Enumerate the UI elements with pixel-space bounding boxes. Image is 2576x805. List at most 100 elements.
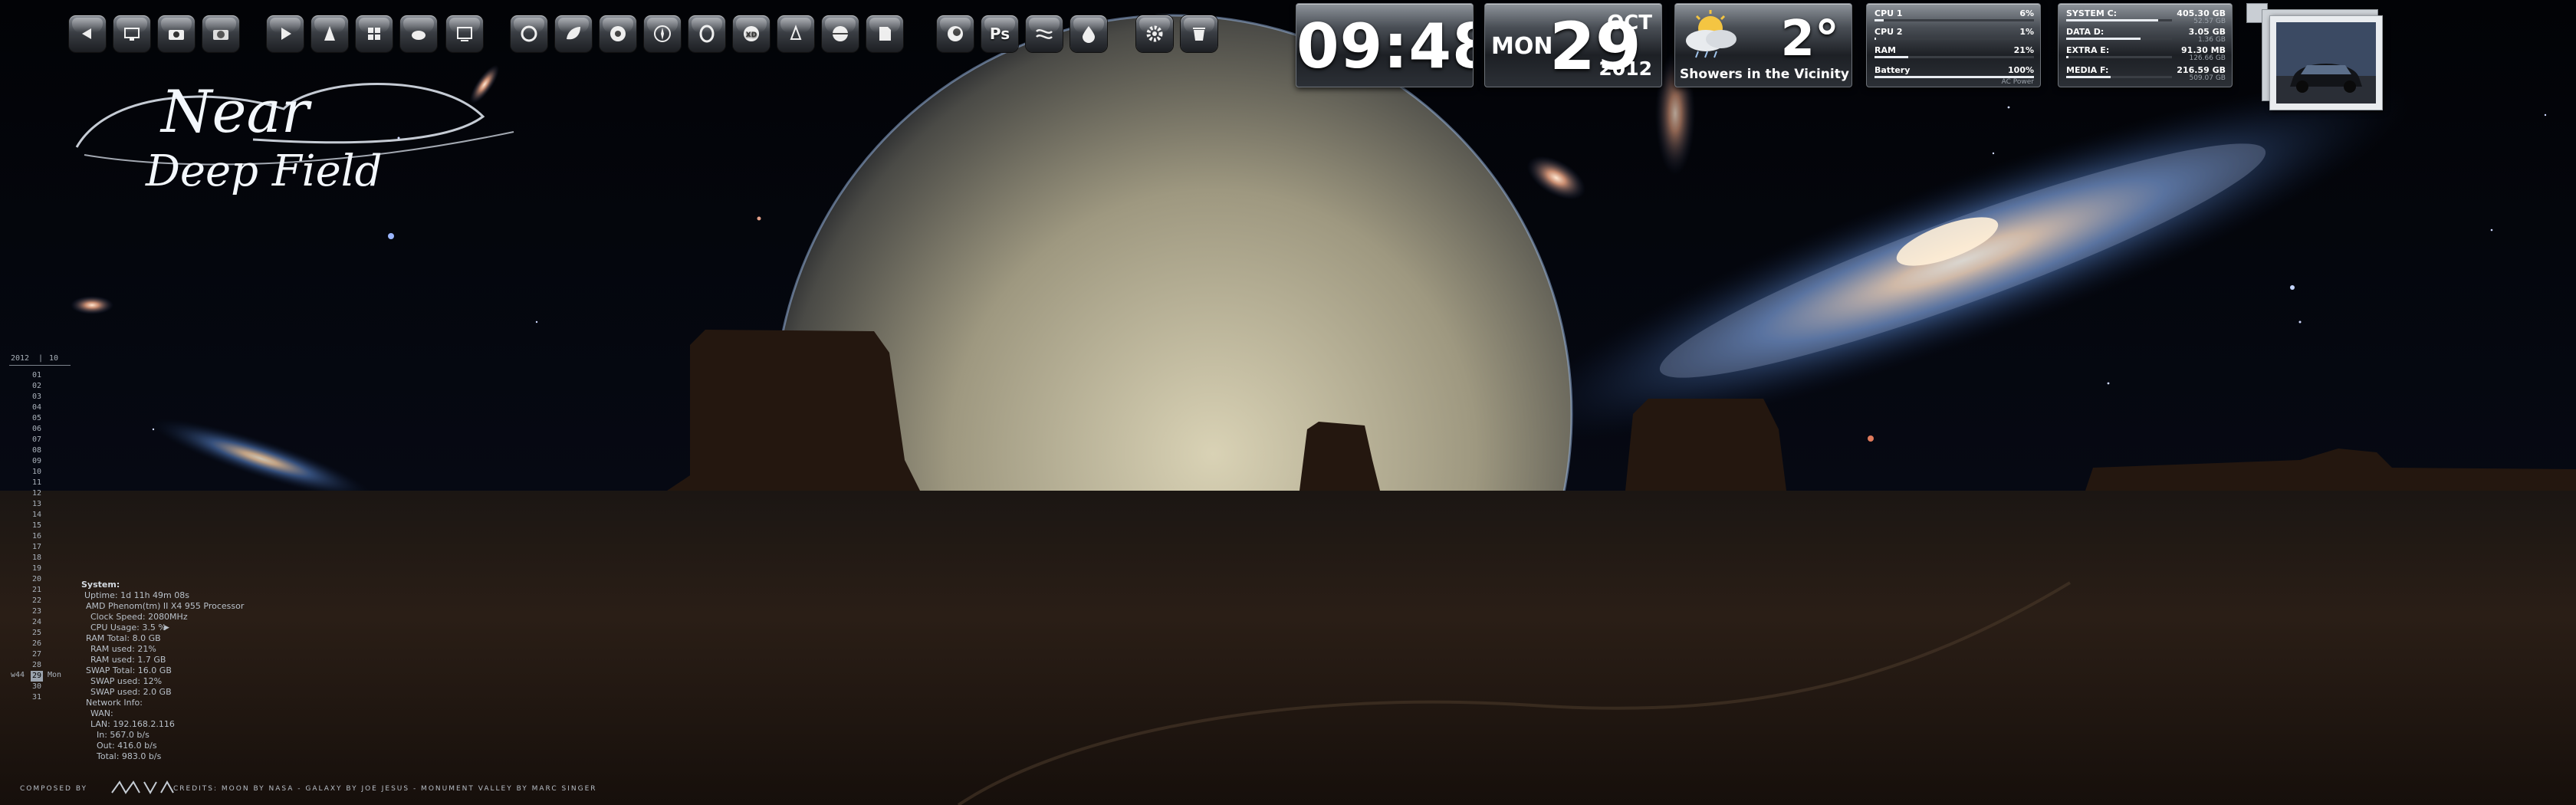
calendar-day: 26 [32,639,42,648]
recycle-icon[interactable] [1181,15,1217,52]
sysinfo-out: Out: 416.0 b/s [97,741,157,751]
play-icon[interactable] [267,15,304,52]
back-arrow-icon[interactable] [69,15,106,52]
date-day-of-week: MON [1491,33,1553,60]
calendar-day: 05 [32,414,42,422]
weather-widget[interactable]: 2° Showers in the Vicinity [1674,3,1852,87]
sysinfo-total: Total: 983.0 b/s [97,751,162,761]
drives-widget[interactable]: SYSTEM C: 405.30 GB 52.57 GB DATA D: 3.0… [2058,3,2233,87]
date-widget[interactable]: MON 29 OCT 2012 [1484,3,1662,87]
cinema4d-icon[interactable] [937,15,974,52]
sysinfo-ram-used-pct: RAM used: 21% [90,644,156,654]
calendar-day: 12 [32,489,42,498]
photo-frame-widget[interactable] [2246,3,2420,110]
vlc-cone-icon[interactable] [311,15,348,52]
opera-icon[interactable] [688,15,725,52]
stat-label: RAM [1875,45,1896,55]
calendar-day: 21 [32,586,42,594]
stat-bar-fill [1875,56,1908,58]
calendar-header: 2012 | 10 [9,354,71,366]
compass-icon[interactable] [644,15,681,52]
system-stats-widget[interactable]: CPU 1 6% CPU 2 1% RAM 21% Battery 100% A… [1866,3,2041,87]
dock: XD Ps [0,0,1242,61]
document-icon[interactable] [866,15,903,52]
sphere-icon[interactable] [822,15,859,52]
sysinfo-ram-total: RAM Total: 8.0 GB [86,633,161,643]
calendar-day: 24 [32,618,42,626]
clock-time: 09:48 [1296,11,1473,82]
calendar-today-dow: Mon [48,671,62,679]
drive-bar-fill [2066,56,2068,58]
stat-value: 1% [2019,27,2034,37]
gear-icon[interactable] [1136,15,1173,52]
calendar-day: 25 [32,629,42,637]
drive-c[interactable]: SYSTEM C: 405.30 GB 52.57 GB [2066,8,2226,25]
network-icon[interactable] [113,15,150,52]
sysinfo-wan: WAN: [90,708,113,718]
stat-cpu1: CPU 1 6% [1875,8,2034,25]
calendar-day: 04 [32,403,42,412]
sysinfo-swap-used-pct: SWAP used: 12% [90,676,163,686]
stat-bar [1875,56,2034,58]
stat-ram: RAM 21% [1875,45,2034,62]
weather-condition: Showers in the Vicinity [1680,67,1849,82]
wave-icon[interactable] [1026,15,1063,52]
calendar-day: 13 [32,500,42,508]
drive-f[interactable]: MEDIA F: 216.59 GB 509.07 GB [2066,65,2226,82]
stat-value: 6% [2019,8,2034,18]
tv-icon[interactable] [446,15,483,52]
photo-frame [2269,15,2383,110]
stamp-icon[interactable] [777,15,814,52]
drive-bar-fill [2066,76,2111,78]
calendar-day: 18 [32,554,42,562]
camera-icon[interactable] [158,15,195,52]
cloud-sun-rain-icon [1686,10,1737,58]
calendar-day: 10 [32,468,42,476]
weather-temperature: 2° [1780,11,1839,67]
windows-icon[interactable] [356,15,393,52]
teapot-icon[interactable] [400,15,437,52]
calendar-day: 19 [32,564,42,573]
drive-bar [2066,38,2172,40]
stat-value: 21% [2013,45,2034,55]
logo-line2: Deep Field [145,146,383,196]
photoshop-icon[interactable]: Ps [981,15,1018,52]
drive-d[interactable]: DATA D: 3.05 GB 1.36 GB [2066,27,2226,44]
calendar-year: 2012 [11,354,30,363]
calendar-day: 17 [32,543,42,551]
leaf-icon[interactable] [555,15,592,52]
credits-sources: CREDITS: MOON BY NASA - GALAXY BY JOE JE… [173,785,597,793]
stat-label: CPU 1 [1875,8,1903,18]
stat-label: CPU 2 [1875,27,1903,37]
calendar-day: 02 [32,382,42,390]
drive-bar-fill [2066,19,2159,21]
drive-e[interactable]: EXTRA E: 91.30 MB 126.66 GB [2066,45,2226,62]
calendar-day: 20 [32,575,42,583]
swirl-icon[interactable] [511,15,547,52]
stat-value: 100% [2008,65,2034,75]
logo: Near Deep Field [54,63,636,216]
calendar-day: 08 [32,446,42,455]
drive-bar-fill [2066,38,2141,40]
stat-battery: Battery 100% AC Power [1875,65,2034,86]
drive-bar [2066,76,2172,78]
xd-icon[interactable]: XD [733,15,770,52]
date-month: OCT [1607,12,1652,34]
stat-label: Battery [1875,65,1911,75]
drop-icon[interactable] [1070,15,1107,52]
calendar-day: 09 [32,457,42,465]
calendar-day: 22 [32,596,42,605]
clock-widget[interactable]: 09:48 [1296,3,1474,87]
photoshop-label: Ps [989,25,1010,43]
sysinfo-cpu-usage: CPU Usage: 3.5 % [90,623,166,632]
sysinfo-swap-total: SWAP Total: 16.0 GB [86,665,172,675]
chrome-icon[interactable] [600,15,636,52]
sysinfo-heading: System: [81,580,120,590]
sysinfo-ram-used: RAM used: 1.7 GB [90,655,166,665]
drive-sub: 126.66 GB [2189,54,2226,62]
calendar-day: 06 [32,425,42,433]
camera-alt-icon[interactable] [202,15,239,52]
arrow-right-icon: ▶ [164,624,169,632]
credits-composed-by: COMPOSED BY [20,785,88,793]
calendar-week-number: w44 [11,671,25,679]
